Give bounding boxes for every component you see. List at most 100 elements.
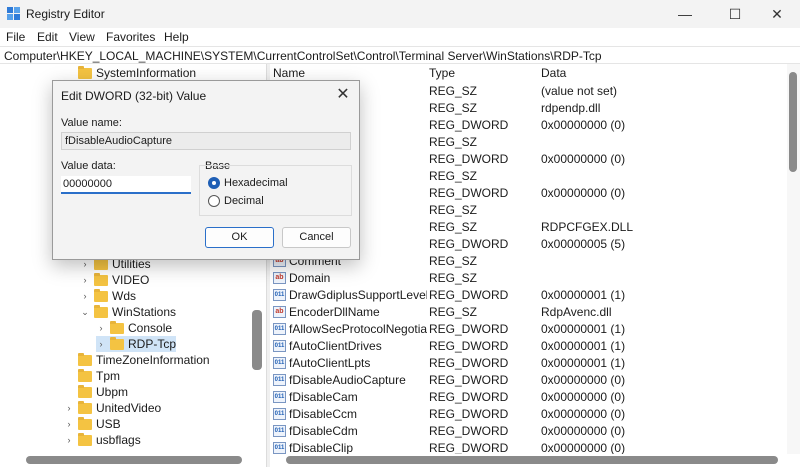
value-data-cell: 0x00000000 (0) <box>541 373 626 387</box>
value-data-cell: 0x00000000 (0) <box>541 390 626 404</box>
menu-favorites[interactable]: Favorites <box>106 30 155 44</box>
chevron-right-icon[interactable]: › <box>96 323 106 333</box>
table-row[interactable]: ab Domain REG_SZ <box>270 270 790 287</box>
folder-icon <box>110 320 124 334</box>
chevron-right-icon[interactable]: › <box>64 419 74 429</box>
tree-item-ubpm[interactable]: Ubpm <box>64 384 128 400</box>
hexadecimal-label[interactable]: Hexadecimal <box>224 177 288 189</box>
hexadecimal-radio[interactable] <box>208 177 220 189</box>
menu-edit[interactable]: Edit <box>37 30 58 44</box>
tree-item-usbflags[interactable]: › usbflags <box>64 432 141 448</box>
dword-value-icon: 011 <box>273 442 286 454</box>
value-type-cell: REG_DWORD <box>429 118 509 132</box>
minimize-button[interactable]: — <box>662 0 708 28</box>
value-name-cell: fDisableClip <box>289 441 354 454</box>
value-name-cell: fDisableCam <box>289 390 358 404</box>
dialog-close-button[interactable]: ✕ <box>333 85 353 105</box>
menu-help[interactable]: Help <box>164 30 189 44</box>
column-header-name[interactable]: Name <box>273 66 305 80</box>
tree-item-label: usbflags <box>96 433 141 447</box>
tree-item-label: VIDEO <box>112 273 150 287</box>
window-title: Registry Editor <box>26 7 105 21</box>
value-name-cell: DrawGdiplusSupportLevel <box>289 288 427 302</box>
folder-icon <box>94 256 108 270</box>
value-data-cell: rdpendp.dll <box>541 101 601 115</box>
chevron-right-icon[interactable]: › <box>64 403 74 413</box>
tree-item-usb[interactable]: › USB <box>64 416 121 432</box>
chevron-right-icon[interactable]: › <box>96 339 106 349</box>
folder-icon <box>78 400 92 414</box>
table-row[interactable]: 011 fAutoClientDrives REG_DWORD 0x00000001 … <box>270 338 790 355</box>
maximize-button[interactable]: ☐ <box>712 0 758 28</box>
value-data-cell: 0x00000000 (0) <box>541 407 626 421</box>
edit-dword-dialog: Edit DWORD (32-bit) Value ✕ Value name: … <box>52 80 360 260</box>
chevron-right-icon[interactable]: › <box>80 259 90 269</box>
tree-item-console[interactable]: › Console <box>96 320 172 336</box>
value-data-input[interactable] <box>61 176 191 194</box>
tree-item-unitedvideo[interactable]: › UnitedVideo <box>64 400 161 416</box>
table-row[interactable]: 011 fDisableCdm REG_DWORD 0x00000000 (0) <box>270 423 790 440</box>
tree-item-rdp-tcp[interactable]: › RDP-Tcp <box>96 336 177 352</box>
table-row[interactable]: ab EncoderDllName REG_SZ RdpAvenc.dll <box>270 304 790 321</box>
folder-open-icon <box>94 304 108 318</box>
value-data-cell: 0x00000000 (0) <box>541 441 626 454</box>
address-bar[interactable]: Computer\HKEY_LOCAL_MACHINE\SYSTEM\Curre… <box>0 46 800 64</box>
table-row[interactable]: 011 fAllowSecProtocolNegotia... REG_DWORD 0… <box>270 321 790 338</box>
dword-value-icon: 011 <box>273 357 286 369</box>
folder-icon <box>78 352 92 366</box>
table-row[interactable]: 011 fDisableAudioCapture REG_DWORD 0x000000… <box>270 372 790 389</box>
value-type-cell: REG_DWORD <box>429 390 509 404</box>
dword-value-icon: 011 <box>273 323 286 335</box>
ok-button[interactable]: OK <box>205 227 274 248</box>
value-type-cell: REG_SZ <box>429 169 478 183</box>
tree-scrollbar-thumb[interactable] <box>252 310 262 370</box>
menu-view[interactable]: View <box>69 30 95 44</box>
value-type-cell: REG_DWORD <box>429 339 509 353</box>
table-row[interactable]: 011 fDisableCcm REG_DWORD 0x00000000 (0) <box>270 406 790 423</box>
column-header-data[interactable]: Data <box>541 66 566 80</box>
tree-item-label: SystemInformation <box>96 66 197 80</box>
decimal-radio[interactable] <box>208 195 220 207</box>
value-type-cell: REG_DWORD <box>429 152 509 166</box>
chevron-right-icon[interactable]: › <box>80 291 90 301</box>
tree-item-label: WinStations <box>112 305 177 319</box>
tree-horizontal-scrollbar[interactable] <box>26 456 242 464</box>
values-horizontal-scrollbar[interactable] <box>286 456 778 464</box>
chevron-right-icon[interactable]: › <box>64 435 74 445</box>
value-type-cell: REG_DWORD <box>429 441 509 454</box>
value-type-cell: REG_SZ <box>429 203 478 217</box>
cancel-button[interactable]: Cancel <box>282 227 351 248</box>
table-row[interactable]: 011 fAutoClientLpts REG_DWORD 0x00000001 (1… <box>270 355 790 372</box>
value-data-cell: (value not set) <box>541 84 618 98</box>
tree-item-winstations[interactable]: ⌄ WinStations <box>80 304 176 320</box>
value-type-cell: REG_DWORD <box>429 373 509 387</box>
table-row[interactable]: 011 fDisableClip REG_DWORD 0x00000000 (0) <box>270 440 790 454</box>
tree-item-systeminformation[interactable]: SystemInformation <box>64 65 196 81</box>
folder-icon <box>110 336 124 350</box>
column-header-type[interactable]: Type <box>429 66 455 80</box>
menu-file[interactable]: File <box>6 30 25 44</box>
folder-icon <box>78 65 92 79</box>
value-type-cell: REG_SZ <box>429 254 478 268</box>
dword-value-icon: 011 <box>273 289 286 301</box>
tree-item-wds[interactable]: › Wds <box>80 288 136 304</box>
tree-item-label: Console <box>128 321 173 335</box>
decimal-label[interactable]: Decimal <box>224 195 264 207</box>
value-name-cell: Domain <box>289 271 331 285</box>
values-scrollbar[interactable] <box>787 64 800 454</box>
table-row[interactable]: 011 DrawGdiplusSupportLevel REG_DWORD 0x000… <box>270 287 790 304</box>
tree-item-video[interactable]: › VIDEO <box>80 272 149 288</box>
close-button[interactable]: ✕ <box>754 0 800 28</box>
chevron-right-icon[interactable]: › <box>80 275 90 285</box>
value-data-cell: 0x00000000 (0) <box>541 186 626 200</box>
value-name-label: Value name: <box>61 117 122 129</box>
tree-item-tpm[interactable]: Tpm <box>64 368 120 384</box>
chevron-down-icon[interactable]: ⌄ <box>80 307 90 318</box>
table-row[interactable]: 011 fDisableCam REG_DWORD 0x00000000 (0) <box>270 389 790 406</box>
value-type-cell: REG_DWORD <box>429 424 509 438</box>
tree-item-timezoneinformation[interactable]: TimeZoneInformation <box>64 352 210 368</box>
values-scrollbar-thumb[interactable] <box>789 72 797 172</box>
dword-value-icon: 011 <box>273 425 286 437</box>
menu-bar: File Edit View Favorites Help <box>0 28 800 46</box>
value-type-cell: REG_DWORD <box>429 288 509 302</box>
